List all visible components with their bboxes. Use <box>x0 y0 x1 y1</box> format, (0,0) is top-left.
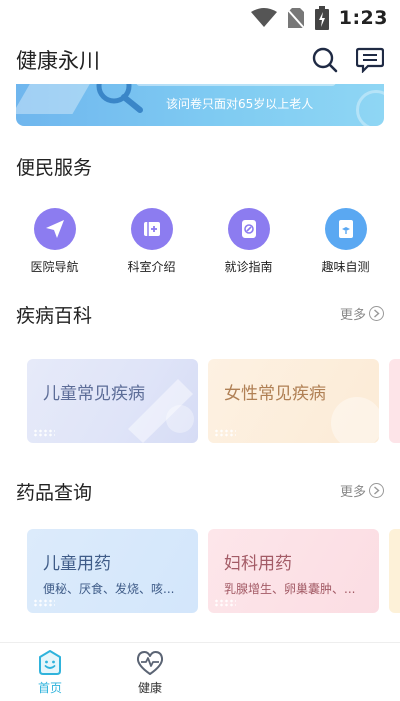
card-title: 儿童用药 <box>43 554 111 574</box>
chevron-right-icon <box>369 483 384 498</box>
bottom-navigation: 首页 健康 <box>0 642 400 701</box>
wifi-icon <box>250 8 277 27</box>
guide-icon <box>227 208 270 250</box>
drugs-more-link[interactable]: 更多 <box>340 481 384 500</box>
service-label: 科室介绍 <box>127 260 176 274</box>
nav-label: 健康 <box>137 681 162 695</box>
banner-decoration <box>356 90 384 126</box>
no-sim-icon <box>286 8 305 29</box>
more-label: 更多 <box>339 485 366 500</box>
app-header: 健康永川 <box>0 36 400 84</box>
convenience-services: 医院导航 科室介绍 就诊指南 趣味自测 <box>0 208 400 275</box>
nav-health[interactable]: 健康 <box>115 649 185 696</box>
card-title: 儿童常见疾病 <box>43 384 145 404</box>
nav-home[interactable]: 首页 <box>15 649 85 696</box>
banner-subtitle: 该问卷只面对65岁以上老人 <box>166 97 314 111</box>
service-visit-guide[interactable]: 就诊指南 <box>204 208 294 275</box>
department-icon <box>130 208 173 250</box>
more-label: 更多 <box>339 308 366 323</box>
disease-card-next-peek[interactable] <box>389 359 400 443</box>
home-smile-icon <box>39 650 61 675</box>
banner-decoration <box>136 84 336 86</box>
chevron-right-icon <box>369 306 384 321</box>
magnifier-illustration-icon <box>96 84 143 113</box>
drug-card-next-peek[interactable] <box>389 529 400 613</box>
card-description: 便秘、厌食、发烧、咳... <box>43 582 175 596</box>
navigation-icon <box>33 208 76 250</box>
card-dots-decoration <box>214 599 236 607</box>
status-bar: 1:23 <box>0 0 400 36</box>
search-icon[interactable] <box>312 47 338 73</box>
convenience-section-title: 便民服务 <box>16 157 93 179</box>
card-title: 妇科用药 <box>224 554 292 574</box>
service-label: 就诊指南 <box>224 260 273 274</box>
heartbeat-icon <box>136 651 164 675</box>
status-time: 1:23 <box>338 7 388 29</box>
drug-card-gynecology[interactable]: 妇科用药 乳腺增生、卵巢囊肿、... <box>208 529 379 613</box>
service-hospital-navigation[interactable]: 医院导航 <box>10 208 100 275</box>
self-test-icon <box>324 208 367 250</box>
card-dots-decoration <box>33 599 55 607</box>
disease-more-link[interactable]: 更多 <box>340 304 384 323</box>
battery-charging-icon <box>314 6 329 30</box>
card-dots-decoration <box>214 429 236 437</box>
service-label: 医院导航 <box>30 260 79 274</box>
card-title: 女性常见疾病 <box>224 384 326 404</box>
service-self-test[interactable]: 趣味自测 <box>301 208 391 275</box>
card-dots-decoration <box>33 429 55 437</box>
card-description: 乳腺增生、卵巢囊肿、... <box>224 582 356 596</box>
disease-card-children[interactable]: 儿童常见疾病 <box>27 359 198 443</box>
service-department-intro[interactable]: 科室介绍 <box>107 208 197 275</box>
drug-card-children[interactable]: 儿童用药 便秘、厌食、发烧、咳... <box>27 529 198 613</box>
message-icon[interactable] <box>356 47 384 73</box>
drugs-section-title: 药品查询 <box>16 482 93 504</box>
disease-card-women[interactable]: 女性常见疾病 <box>208 359 379 443</box>
service-label: 趣味自测 <box>321 260 370 274</box>
app-title: 健康永川 <box>16 49 100 73</box>
survey-banner[interactable]: 该问卷只面对65岁以上老人 <box>16 84 384 126</box>
banner-decoration <box>16 84 96 114</box>
disease-section-title: 疾病百科 <box>16 305 93 327</box>
nav-label: 首页 <box>37 681 62 695</box>
